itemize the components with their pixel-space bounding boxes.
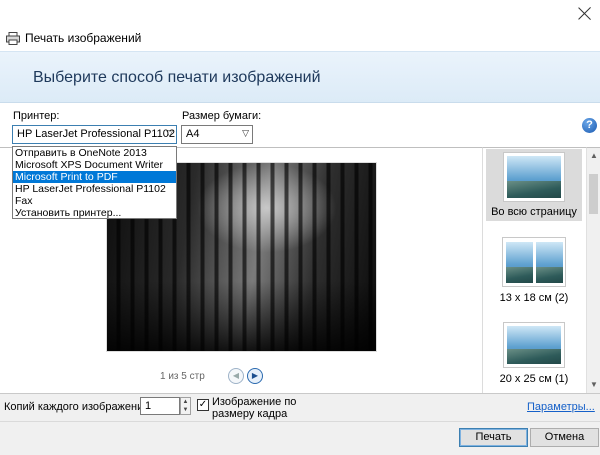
copies-label: Копий каждого изображения: bbox=[4, 401, 153, 413]
app-title: Печать изображений bbox=[25, 31, 142, 45]
paper-size-select[interactable]: A4 ▽ bbox=[181, 125, 253, 144]
printer-option[interactable]: Fax bbox=[13, 195, 176, 207]
layout-label: Во всю страницу bbox=[491, 206, 577, 218]
page-indicator: 1 из 5 стр bbox=[160, 371, 205, 382]
parameters-link[interactable]: Параметры... bbox=[527, 401, 595, 413]
preview-image-shadow bbox=[107, 281, 376, 351]
help-icon[interactable]: ? bbox=[582, 118, 597, 133]
cancel-button[interactable]: Отмена bbox=[530, 428, 599, 447]
scroll-up-icon[interactable]: ▲ bbox=[590, 151, 598, 160]
fit-to-frame-checkbox[interactable]: ✓ bbox=[197, 399, 209, 411]
app-title-row: Печать изображений bbox=[6, 30, 141, 46]
paper-size-label: Размер бумаги: bbox=[182, 110, 262, 122]
printer-label: Принтер: bbox=[13, 110, 60, 122]
layout-item-full-page[interactable]: Во всю страницу bbox=[486, 149, 582, 221]
printer-select[interactable]: HP LaserJet Professional P1102 ▽ bbox=[12, 125, 177, 144]
print-button[interactable]: Печать bbox=[459, 428, 528, 447]
layout-item-20x25[interactable]: 20 x 25 см (1) bbox=[486, 322, 582, 390]
layout-label: 20 x 25 см (1) bbox=[499, 373, 569, 385]
layout-item-13x18[interactable]: 13 x 18 см (2) bbox=[486, 237, 582, 307]
layout-thumbnail bbox=[503, 322, 565, 368]
stepper-up-icon[interactable]: ▲ bbox=[181, 398, 190, 406]
title-bar bbox=[0, 0, 600, 28]
printer-dropdown-list: Отправить в OneNote 2013 Microsoft XPS D… bbox=[12, 146, 177, 219]
printer-option[interactable]: Microsoft Print to PDF bbox=[13, 171, 176, 183]
chevron-down-icon: ▽ bbox=[166, 128, 173, 138]
layout-thumbnail bbox=[503, 152, 565, 202]
close-icon[interactable] bbox=[578, 6, 592, 20]
copies-stepper[interactable]: ▲ ▼ bbox=[180, 397, 191, 415]
copies-input[interactable]: 1 bbox=[140, 397, 180, 415]
header-banner: Выберите способ печати изображений bbox=[0, 51, 600, 103]
printer-option[interactable]: Microsoft XPS Document Writer bbox=[13, 159, 176, 171]
printer-option[interactable]: Отправить в OneNote 2013 bbox=[13, 147, 176, 159]
printer-option[interactable]: HP LaserJet Professional P1102 bbox=[13, 183, 176, 195]
next-page-button[interactable]: ▶ bbox=[247, 368, 263, 384]
chevron-down-icon: ▽ bbox=[242, 128, 249, 138]
printer-option[interactable]: Установить принтер... bbox=[13, 207, 176, 219]
fit-to-frame-label: Изображение по размеру кадра bbox=[212, 396, 297, 420]
prev-page-button[interactable]: ◀ bbox=[228, 368, 244, 384]
stepper-down-icon[interactable]: ▼ bbox=[181, 406, 190, 414]
paper-size-value: A4 bbox=[186, 128, 200, 140]
layout-thumbnail bbox=[502, 237, 566, 287]
layout-label: 13 x 18 см (2) bbox=[499, 292, 569, 304]
scroll-down-icon[interactable]: ▼ bbox=[590, 380, 598, 389]
printer-select-value: HP LaserJet Professional P1102 bbox=[17, 128, 175, 140]
divider bbox=[0, 421, 600, 422]
scroll-thumb[interactable] bbox=[589, 174, 598, 214]
printer-icon bbox=[6, 31, 20, 45]
layout-scrollbar[interactable]: ▲ ▼ bbox=[586, 147, 600, 393]
page-title: Выберите способ печати изображений bbox=[33, 69, 321, 86]
